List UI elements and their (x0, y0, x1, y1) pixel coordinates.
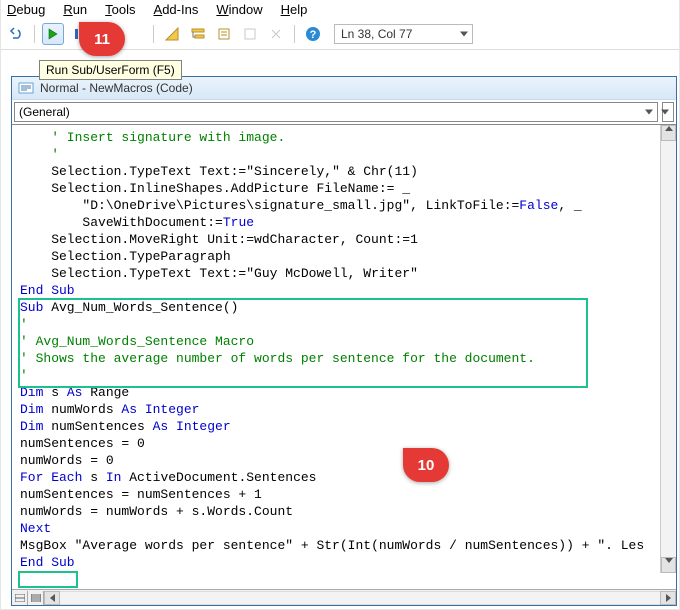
scroll-left-button[interactable] (44, 591, 60, 605)
module-icon (18, 81, 34, 95)
undo-icon (9, 27, 23, 41)
toolbox-icon (269, 27, 283, 41)
scroll-track[interactable] (661, 141, 676, 557)
svg-text:?: ? (310, 29, 317, 41)
code-body[interactable]: ' Insert signature with image. ' Selecti… (12, 125, 676, 589)
design-mode-button[interactable] (161, 23, 183, 45)
ruler-triangle-icon (165, 27, 179, 41)
folder-tree-icon (191, 27, 205, 41)
help-button[interactable]: ? (302, 23, 324, 45)
menu-debug[interactable]: Debug (7, 2, 45, 17)
hand-properties-icon (217, 27, 231, 41)
code-text[interactable]: ' Insert signature with image. ' Selecti… (12, 125, 676, 579)
undo-button[interactable] (5, 23, 27, 45)
scroll-right-button[interactable] (660, 591, 676, 605)
scroll-track[interactable] (60, 591, 660, 605)
play-icon (48, 28, 58, 40)
help-icon: ? (305, 26, 321, 42)
combo-bar: (General) (12, 100, 676, 125)
procedure-view-icon (15, 594, 25, 602)
menu-help[interactable]: Help (281, 2, 308, 17)
callout-11: 11 (79, 22, 125, 56)
object-combo[interactable]: (General) (14, 102, 658, 122)
procedure-combo[interactable] (662, 102, 674, 122)
scroll-down-button[interactable] (661, 557, 676, 573)
object-browser-button[interactable] (239, 23, 261, 45)
callout-10: 10 (403, 448, 449, 482)
separator (153, 25, 154, 43)
full-module-view-button[interactable] (28, 591, 44, 605)
code-window-titlebar[interactable]: Normal - NewMacros (Code) (12, 77, 676, 100)
menu-window[interactable]: Window (216, 2, 262, 17)
code-window-title: Normal - NewMacros (Code) (40, 81, 193, 95)
run-sub-button[interactable] (42, 23, 64, 45)
object-browser-icon (243, 27, 257, 41)
menu-run[interactable]: Run (63, 2, 87, 17)
menu-tools[interactable]: Tools (105, 2, 135, 17)
menu-bar: Debug Run Tools Add-Ins Window Help (1, 0, 679, 21)
separator (294, 25, 295, 43)
vbe-window: Debug Run Tools Add-Ins Window Help (0, 0, 680, 610)
properties-button[interactable] (213, 23, 235, 45)
project-explorer-button[interactable] (187, 23, 209, 45)
procedure-view-button[interactable] (12, 591, 28, 605)
menu-addins[interactable]: Add-Ins (154, 2, 199, 17)
bottom-bar (12, 589, 676, 605)
cursor-position[interactable]: Ln 38, Col 77 (334, 24, 473, 44)
horizontal-scrollbar[interactable] (44, 590, 676, 605)
run-tooltip: Run Sub/UserForm (F5) (39, 60, 182, 80)
scroll-up-button[interactable] (661, 125, 676, 141)
toolbox-button[interactable] (265, 23, 287, 45)
code-window: Normal - NewMacros (Code) (General) ' In… (11, 76, 677, 606)
vertical-scrollbar[interactable] (660, 125, 676, 573)
full-module-view-icon (31, 594, 41, 602)
separator (34, 25, 35, 43)
